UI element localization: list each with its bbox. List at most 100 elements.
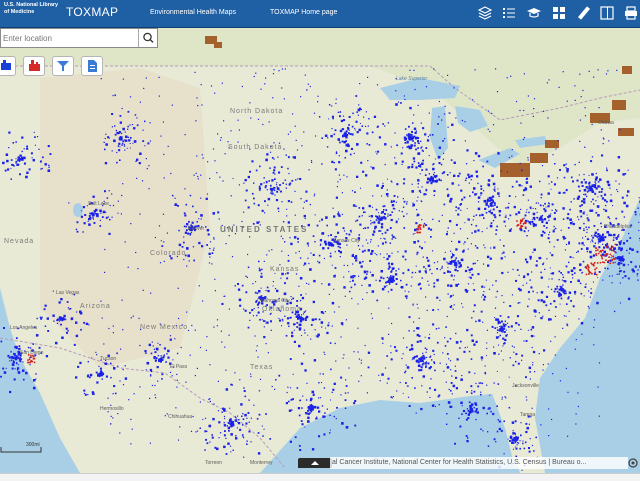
facility-site-marker[interactable] bbox=[360, 123, 361, 124]
facility-site-marker[interactable] bbox=[574, 293, 575, 294]
facility-site-marker[interactable] bbox=[221, 331, 222, 332]
facility-site-marker[interactable] bbox=[288, 200, 290, 202]
superfund-site-marker[interactable] bbox=[596, 255, 598, 257]
facility-site-marker[interactable] bbox=[455, 117, 456, 118]
facility-site-marker[interactable] bbox=[551, 278, 552, 279]
facility-site-marker[interactable] bbox=[381, 187, 383, 189]
facility-site-marker[interactable] bbox=[391, 358, 393, 360]
facility-site-marker[interactable] bbox=[120, 115, 122, 117]
superfund-site-marker[interactable] bbox=[516, 220, 518, 222]
facility-site-marker[interactable] bbox=[323, 433, 325, 435]
facility-site-marker[interactable] bbox=[501, 272, 503, 274]
facility-site-marker[interactable] bbox=[515, 196, 516, 197]
facility-site-marker[interactable] bbox=[529, 256, 531, 258]
facility-site-marker[interactable] bbox=[562, 328, 563, 329]
facility-site-marker[interactable] bbox=[256, 221, 259, 224]
superfund-site-marker[interactable] bbox=[588, 267, 590, 269]
facility-site-marker[interactable] bbox=[365, 126, 366, 127]
facility-site-marker[interactable] bbox=[362, 215, 363, 216]
facility-site-marker[interactable] bbox=[311, 406, 313, 408]
facility-site-marker[interactable] bbox=[529, 299, 530, 300]
facility-site-marker[interactable] bbox=[132, 143, 133, 144]
facility-site-marker[interactable] bbox=[228, 422, 230, 424]
facility-site-marker[interactable] bbox=[577, 251, 579, 253]
facility-site-marker[interactable] bbox=[539, 312, 540, 313]
facility-site-marker[interactable] bbox=[234, 372, 235, 373]
facility-site-marker[interactable] bbox=[462, 120, 463, 121]
facility-site-marker[interactable] bbox=[269, 438, 271, 440]
facility-site-marker[interactable] bbox=[303, 131, 304, 132]
facility-site-marker[interactable] bbox=[294, 330, 295, 331]
facility-site-marker[interactable] bbox=[123, 79, 124, 80]
facility-site-marker[interactable] bbox=[317, 101, 318, 102]
facility-site-marker[interactable] bbox=[504, 339, 506, 341]
facility-site-marker[interactable] bbox=[74, 344, 76, 346]
facility-site-marker[interactable] bbox=[195, 431, 196, 432]
facility-site-marker[interactable] bbox=[390, 227, 392, 229]
facility-site-marker[interactable] bbox=[265, 185, 267, 187]
facility-site-marker[interactable] bbox=[119, 380, 120, 381]
facility-site-marker[interactable] bbox=[503, 323, 505, 325]
facility-site-marker[interactable] bbox=[340, 377, 342, 379]
facility-site-marker[interactable] bbox=[564, 177, 566, 179]
facility-site-marker[interactable] bbox=[186, 226, 187, 227]
facility-site-marker[interactable] bbox=[177, 353, 178, 354]
facility-site-marker[interactable] bbox=[595, 243, 596, 244]
facility-site-marker[interactable] bbox=[589, 175, 590, 176]
facility-site-marker[interactable] bbox=[77, 366, 79, 368]
facility-site-marker[interactable] bbox=[164, 347, 166, 349]
facility-site-marker[interactable] bbox=[287, 387, 288, 388]
facility-site-marker[interactable] bbox=[606, 181, 607, 182]
facility-site-marker[interactable] bbox=[601, 191, 603, 193]
facility-site-marker[interactable] bbox=[487, 431, 488, 432]
facility-site-marker[interactable] bbox=[610, 200, 613, 203]
facility-site-marker[interactable] bbox=[468, 410, 470, 412]
facility-site-marker[interactable] bbox=[429, 367, 431, 369]
facility-site-marker[interactable] bbox=[120, 146, 121, 147]
facility-site-marker[interactable] bbox=[268, 180, 270, 182]
facility-site-marker[interactable] bbox=[449, 389, 450, 390]
facility-site-marker[interactable] bbox=[55, 342, 58, 345]
facility-site-marker[interactable] bbox=[523, 194, 525, 196]
facility-site-marker[interactable] bbox=[88, 324, 89, 325]
facility-site-marker[interactable] bbox=[406, 134, 407, 135]
facility-site-marker[interactable] bbox=[20, 357, 21, 358]
facility-site-marker[interactable] bbox=[586, 247, 589, 250]
facility-site-marker[interactable] bbox=[535, 316, 536, 317]
facility-site-marker[interactable] bbox=[152, 342, 153, 343]
facility-site-marker[interactable] bbox=[412, 164, 414, 166]
facility-site-marker[interactable] bbox=[451, 257, 452, 258]
facility-site-marker[interactable] bbox=[549, 241, 550, 242]
facility-site-marker[interactable] bbox=[491, 113, 492, 114]
facility-site-marker[interactable] bbox=[53, 291, 54, 292]
facility-site-marker[interactable] bbox=[452, 182, 454, 184]
facility-site-marker[interactable] bbox=[396, 183, 398, 185]
facility-site-marker[interactable] bbox=[635, 214, 637, 216]
facility-site-marker[interactable] bbox=[460, 210, 461, 211]
facility-site-marker[interactable] bbox=[530, 279, 531, 280]
facility-site-marker[interactable] bbox=[295, 215, 296, 216]
facility-site-marker[interactable] bbox=[429, 155, 430, 156]
facility-site-marker[interactable] bbox=[529, 221, 532, 224]
facility-site-marker[interactable] bbox=[298, 286, 299, 287]
facility-site-marker[interactable] bbox=[277, 157, 278, 158]
facility-site-marker[interactable] bbox=[271, 330, 272, 331]
facility-site-marker[interactable] bbox=[213, 237, 214, 238]
facility-site-marker[interactable] bbox=[321, 219, 323, 221]
facility-site-marker[interactable] bbox=[582, 185, 584, 187]
facility-site-marker[interactable] bbox=[605, 210, 607, 212]
facility-site-marker[interactable] bbox=[501, 171, 502, 172]
facility-site-marker[interactable] bbox=[342, 141, 344, 143]
facility-site-marker[interactable] bbox=[486, 413, 488, 415]
facility-site-marker[interactable] bbox=[425, 270, 427, 272]
facility-site-marker[interactable] bbox=[274, 159, 275, 160]
facility-site-marker[interactable] bbox=[135, 114, 137, 116]
facility-site-marker[interactable] bbox=[365, 174, 367, 176]
facility-site-marker[interactable] bbox=[18, 364, 19, 365]
facility-site-marker[interactable] bbox=[328, 235, 329, 236]
facility-site-marker[interactable] bbox=[470, 408, 472, 410]
facility-site-marker[interactable] bbox=[578, 318, 579, 319]
facility-site-marker[interactable] bbox=[331, 105, 332, 106]
facility-site-marker[interactable] bbox=[32, 343, 34, 345]
facility-site-marker[interactable] bbox=[492, 285, 493, 286]
